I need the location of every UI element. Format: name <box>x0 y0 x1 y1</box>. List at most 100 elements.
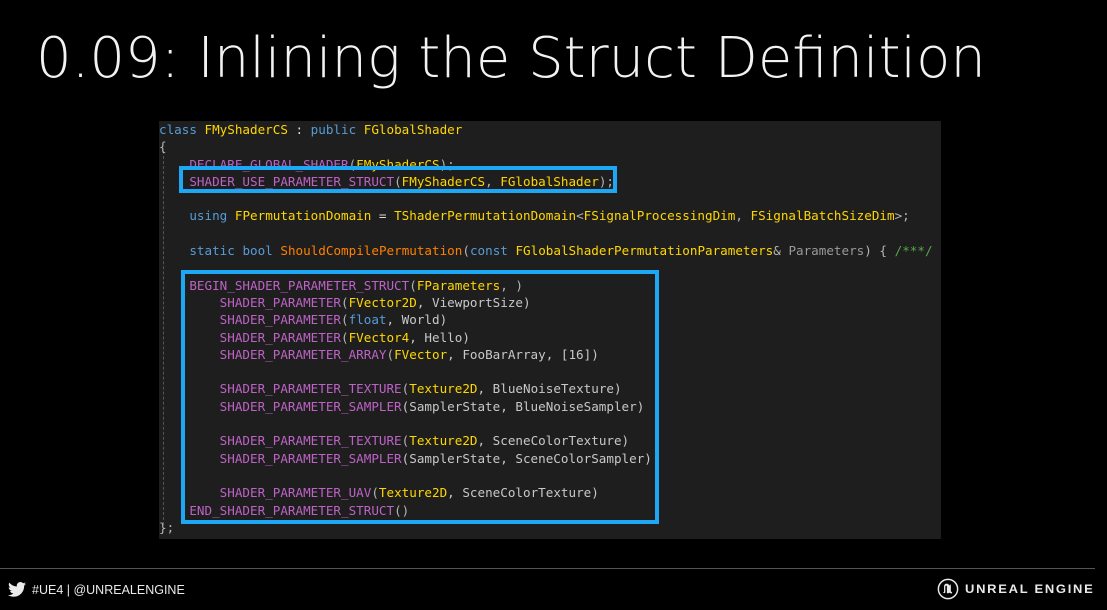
code-token: ) { <box>864 243 895 259</box>
code-token: >; <box>894 208 910 224</box>
code-line: SHADER_PARAMETER_UAV(Texture2D, SceneCol… <box>159 484 941 501</box>
code-token: SHADER_PARAMETER <box>219 312 341 328</box>
code-token: float <box>348 312 387 328</box>
code-token: DECLARE_GLOBAL_SHADER <box>189 156 349 172</box>
code-token: FSignalBatchSizeDim <box>750 208 895 224</box>
code-token: } <box>933 243 941 258</box>
code-token: END_SHADER_PARAMETER_STRUCT <box>189 502 395 518</box>
code-token: FGlobalShader <box>500 173 599 189</box>
code-token: FVector2D <box>348 294 417 310</box>
code-token: using <box>189 208 228 224</box>
code-line: using FPermutationDomain = TShaderPermut… <box>159 207 941 224</box>
code-token: , BlueNoiseTexture) <box>477 381 622 397</box>
code-token: , ViewportSize) <box>416 294 531 310</box>
code-token: Parameters <box>788 243 865 259</box>
code-token: = <box>371 208 395 224</box>
code-token: FGlobalShader <box>363 122 463 137</box>
code-token: ( <box>386 346 395 362</box>
code-token: & <box>773 243 789 259</box>
code-token: SHADER_PARAMETER_TEXTURE <box>219 381 402 397</box>
code-token: ( <box>371 485 379 501</box>
code-line: static bool ShouldCompilePermutation(con… <box>159 242 941 259</box>
code-token: , World) <box>386 312 448 328</box>
code-token: FMyShaderCS <box>204 122 288 137</box>
code-token: ); <box>598 173 614 189</box>
code-token: FMyShaderCS <box>356 156 440 172</box>
code-token: ( <box>341 329 349 345</box>
code-token: }; <box>159 519 175 535</box>
twitter-icon <box>8 582 26 597</box>
footer-social: #UE4 | @UNREALENGINE <box>8 582 185 597</box>
code-token: ( <box>341 312 349 328</box>
code-token: () <box>394 502 410 518</box>
code-token: SHADER_PARAMETER_TEXTURE <box>219 433 402 449</box>
code-line: class FMyShaderCS : public FGlobalShader <box>159 121 941 138</box>
code-line: END_SHADER_PARAMETER_STRUCT() <box>159 502 941 519</box>
code-token: , SceneColorTexture) <box>477 433 630 449</box>
code-line: SHADER_PARAMETER_SAMPLER(SamplerState, S… <box>159 450 941 467</box>
code-token: (SamplerState, BlueNoiseSampler) <box>401 398 645 414</box>
code-line: SHADER_PARAMETER(float, World) <box>159 311 941 328</box>
code-token: FVector4 <box>348 329 410 345</box>
code-token: FMyShaderCS <box>401 173 486 189</box>
code-token: { <box>159 139 167 155</box>
code-token: SHADER_PARAMETER_ARRAY <box>219 346 387 362</box>
code-token: < <box>576 208 584 224</box>
code-line: SHADER_PARAMETER_TEXTURE(Texture2D, Blue… <box>159 380 941 397</box>
code-token: static <box>189 243 235 259</box>
code-token: const <box>469 243 508 259</box>
code-token: /***/ <box>894 243 933 259</box>
code-line: SHADER_PARAMETER(FVector4, Hello) <box>159 329 941 346</box>
code-token: , SceneColorTexture) <box>447 485 599 501</box>
code-line: { <box>159 138 941 155</box>
code-token: : <box>287 122 311 137</box>
code-token: SHADER_PARAMETER <box>219 329 341 345</box>
code-token: SHADER_PARAMETER_UAV <box>219 485 372 501</box>
code-line: SHADER_USE_PARAMETER_STRUCT(FMyShaderCS,… <box>159 173 941 190</box>
code-token: ( <box>341 294 349 310</box>
code-token: ); <box>439 156 455 172</box>
code-line: BEGIN_SHADER_PARAMETER_STRUCT(FParameter… <box>159 277 941 294</box>
code-token: BEGIN_SHADER_PARAMETER_STRUCT <box>189 277 410 293</box>
code-token: FPermutationDomain <box>234 208 372 224</box>
code-token: ShouldCompilePermutation <box>280 243 463 259</box>
footer-brand: UNREAL ENGINE <box>937 578 1093 600</box>
unreal-engine-logo-icon <box>937 578 959 600</box>
code-token: ( <box>409 277 417 293</box>
code-token: , <box>735 208 751 224</box>
code-token: Texture2D <box>409 381 478 397</box>
code-token: FSignalProcessingDim <box>583 208 736 224</box>
code-token: public <box>310 122 357 137</box>
code-token: SHADER_PARAMETER_SAMPLER <box>219 398 402 414</box>
code-token: , ) <box>500 277 523 293</box>
code-token: , Hello) <box>409 329 470 345</box>
code-token: SHADER_PARAMETER_SAMPLER <box>219 450 402 466</box>
code-token: ( <box>394 173 402 189</box>
code-token: bool <box>242 243 273 259</box>
brand-wordmark: UNREAL ENGINE <box>965 582 1095 596</box>
code-line: SHADER_PARAMETER_TEXTURE(Texture2D, Scen… <box>159 432 941 449</box>
code-block: class FMyShaderCS : public FGlobalShader… <box>159 121 941 536</box>
code-token: FVector <box>394 346 448 362</box>
code-token: Texture2D <box>378 485 448 501</box>
code-token: Texture2D <box>409 433 478 449</box>
